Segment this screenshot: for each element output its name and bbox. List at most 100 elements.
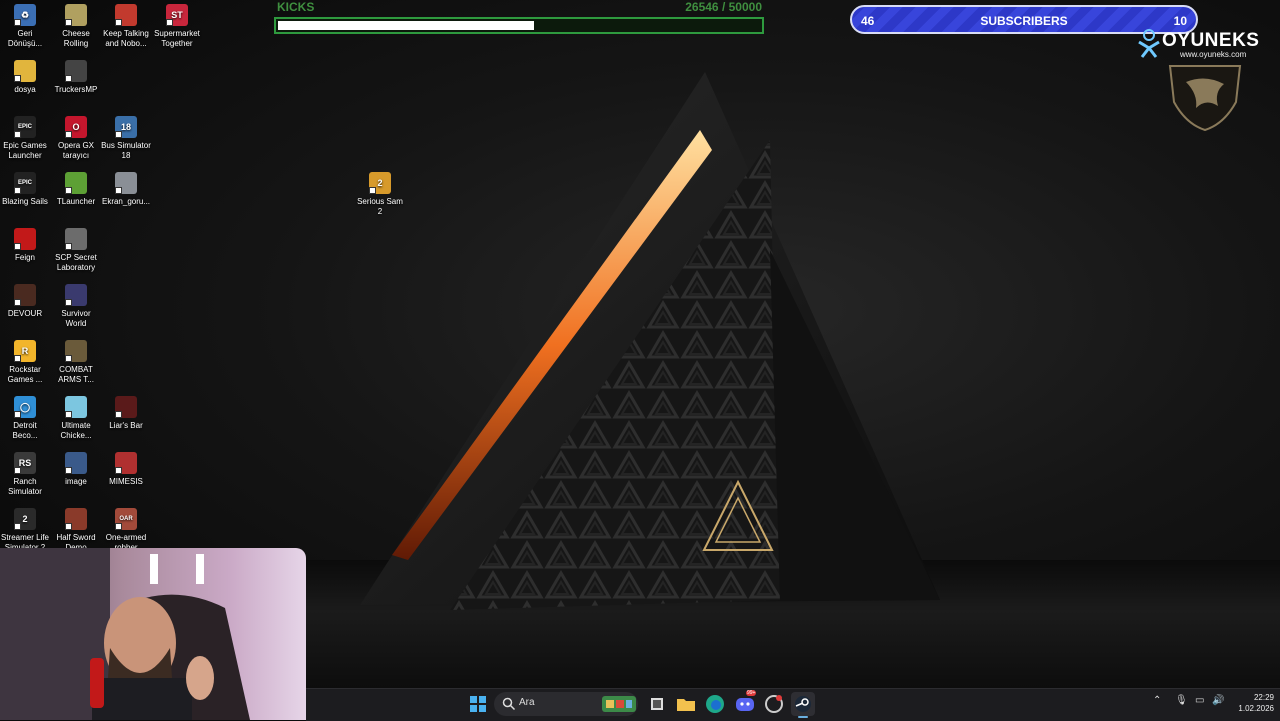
desktop-shortcut[interactable]: TruckersMP: [51, 60, 101, 95]
desktop-shortcut[interactable]: 18 Bus Simulator 18: [101, 116, 151, 161]
desktop-shortcut[interactable]: 2 Serious Sam 2: [355, 172, 405, 217]
screenshot-file-icon: [115, 172, 137, 194]
desktop-shortcut[interactable]: SCP Secret Laboratory: [51, 228, 101, 273]
desktop-shortcut-label: image: [65, 477, 87, 486]
steam-helper-icon[interactable]: [762, 692, 786, 716]
keep-talking-icon: [115, 4, 137, 26]
desktop-shortcut[interactable]: EPIC Epic Games Launcher: [0, 116, 50, 161]
desktop-shortcut-label: dosya: [14, 85, 36, 94]
desktop-shortcut[interactable]: Keep Talking and Nobo...: [101, 4, 151, 49]
active-app-indicator: [798, 716, 808, 718]
file-explorer-icon[interactable]: [674, 692, 698, 716]
scp-icon: [65, 228, 87, 250]
desktop-shortcut[interactable]: R Rockstar Games ...: [0, 340, 50, 385]
desktop-shortcut-label: Blazing Sails: [2, 197, 48, 206]
detroit-icon: ◯: [14, 396, 36, 418]
desktop-shortcut[interactable]: 2Streamer Life Simulator 2: [0, 508, 50, 553]
desktop-shortcut-label: Ranch Simulator: [8, 477, 42, 496]
search-placeholder: Ara: [519, 697, 535, 708]
desktop-shortcut-label: Detroit Beco...: [12, 421, 38, 440]
display-icon[interactable]: ▭: [1195, 695, 1204, 706]
discord-badge: 99+: [746, 690, 757, 696]
search-icon: [502, 697, 516, 711]
brand-name: OYUNEKS: [1162, 30, 1260, 51]
serious-sam-icon: 2: [369, 172, 391, 194]
opera-gx-icon: O: [65, 116, 87, 138]
taskbar-search-box[interactable]: Ara: [494, 692, 638, 716]
desktop-shortcut-label: Geri Dönüşü...: [7, 29, 43, 48]
desktop-shortcut-label: Bus Simulator 18: [101, 141, 151, 160]
windows-start-icon[interactable]: [466, 692, 490, 716]
desktop-shortcut[interactable]: RS Ranch Simulator: [0, 452, 50, 497]
desktop-shortcut-label: Rockstar Games ...: [7, 365, 43, 384]
desktop-shortcut[interactable]: OAROne-armed robber: [101, 508, 151, 553]
folder-icon: [14, 60, 36, 82]
kicks-count: 26546 / 50000: [685, 0, 762, 14]
kicks-goal-widget: KICKS 26546 / 50000: [274, 0, 764, 36]
desktop-shortcut-label: Survivor World: [61, 309, 91, 328]
rockstar-icon: R: [14, 340, 36, 362]
desktop-shortcut[interactable]: ST Supermarket Together: [152, 4, 202, 49]
msi-shield-icon: [1168, 65, 1242, 132]
feign-icon: [14, 228, 36, 250]
desktop-shortcut[interactable]: TLauncher: [51, 172, 101, 207]
recycle-bin-icon: ♻: [14, 4, 36, 26]
bus-simulator-icon: 18: [115, 116, 137, 138]
desktop-shortcut[interactable]: dosya: [0, 60, 50, 95]
desktop-shortcut[interactable]: Half Sword Demo: [51, 508, 101, 553]
clock-date: 1.02.2026: [1238, 704, 1274, 713]
search-highlight-icon: [602, 696, 636, 712]
image-file-icon: [65, 452, 87, 474]
desktop-shortcut[interactable]: O Opera GX tarayıcı: [51, 116, 101, 161]
desktop-shortcut-label: Feign: [14, 253, 35, 262]
desktop-shortcut[interactable]: COMBAT ARMS T...: [51, 340, 101, 385]
desktop-shortcut[interactable]: Cheese Rolling: [51, 4, 101, 49]
desktop-shortcut[interactable]: Survivor World: [51, 284, 101, 329]
desktop-shortcut[interactable]: Ekran_goru...: [101, 172, 151, 207]
microphone-icon[interactable]: 🎙: [1175, 695, 1188, 706]
streamer-life-icon: 2: [14, 508, 36, 530]
desktop-shortcut[interactable]: DEVOUR: [0, 284, 50, 319]
webcam-feed: [0, 548, 250, 720]
desktop-shortcut[interactable]: image: [51, 452, 101, 487]
epic-games-icon: EPIC: [14, 116, 36, 138]
desktop-shortcut-label: Keep Talking and Nobo...: [103, 29, 149, 48]
desktop-shortcut-label: SCP Secret Laboratory: [55, 253, 97, 272]
discord-icon[interactable]: 99+: [733, 690, 757, 716]
task-view-icon[interactable]: [645, 692, 669, 716]
tlauncher-icon: [65, 172, 87, 194]
supermarket-together-icon: ST: [166, 4, 188, 26]
desktop-shortcut-label: Liar's Bar: [109, 421, 143, 430]
desktop-shortcut-label: Opera GX tarayıcı: [57, 141, 94, 160]
desktop-shortcut-label: TruckersMP: [54, 85, 98, 94]
desktop-shortcut[interactable]: ◯ Detroit Beco...: [0, 396, 50, 441]
desktop-shortcut[interactable]: ♻ Geri Dönüşü...: [0, 4, 50, 49]
edge-icon[interactable]: [703, 692, 727, 716]
tray-overflow-icon[interactable]: ⌃: [1153, 695, 1161, 706]
desktop-shortcut[interactable]: MIMESIS: [101, 452, 151, 487]
desktop-shortcut-label: Epic Games Launcher: [3, 141, 47, 160]
desktop-shortcut[interactable]: Ultimate Chicke...: [51, 396, 101, 441]
desktop-shortcut[interactable]: EPIC Blazing Sails: [0, 172, 50, 207]
clock-time: 22:29: [1253, 693, 1274, 702]
steam-icon[interactable]: [791, 692, 815, 718]
desktop-shortcut-label: TLauncher: [56, 197, 96, 206]
one-armed-robber-icon: OAR: [115, 508, 137, 530]
half-sword-icon: [65, 508, 87, 530]
kicks-progress-track: [274, 17, 764, 34]
desktop-shortcut-label: Cheese Rolling: [62, 29, 90, 48]
cheese-rolling-icon: [65, 4, 87, 26]
volume-icon[interactable]: 🔊: [1212, 695, 1224, 706]
desktop-shortcut-label: Ultimate Chicke...: [60, 421, 92, 440]
desktop-shortcut-label: Ekran_goru...: [101, 197, 151, 206]
desktop-shortcut-label: Supermarket Together: [154, 29, 200, 48]
survivor-world-icon: [65, 284, 87, 306]
mimesis-icon: [115, 452, 137, 474]
taskbar-clock[interactable]: 22:29 1.02.2026: [1228, 692, 1274, 714]
devour-icon: [14, 284, 36, 306]
desktop-shortcut[interactable]: Feign: [0, 228, 50, 263]
desktop-shortcut-label: COMBAT ARMS T...: [58, 365, 94, 384]
subscribers-right-count: 10: [1173, 14, 1187, 28]
liars-bar-icon: [115, 396, 137, 418]
desktop-shortcut[interactable]: Liar's Bar: [101, 396, 151, 431]
